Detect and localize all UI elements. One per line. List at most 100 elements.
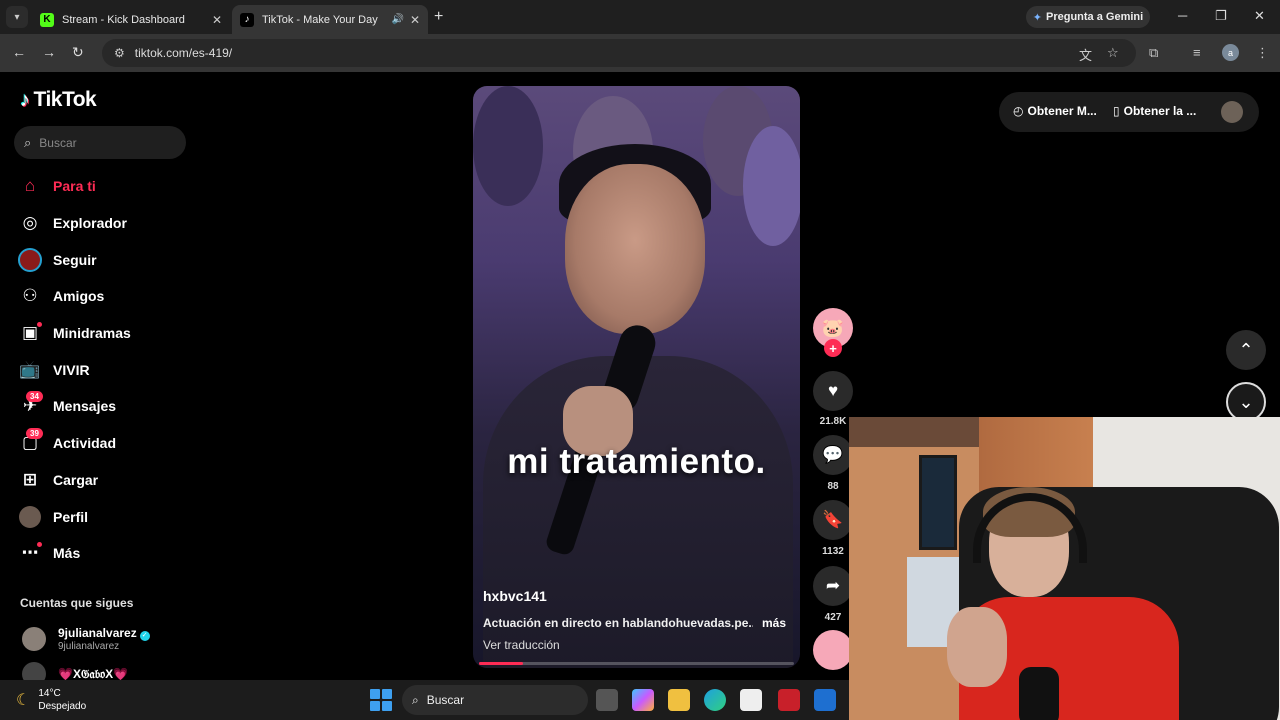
copilot-icon[interactable] <box>632 689 654 711</box>
kick-favicon-icon: K <box>40 12 54 27</box>
sidebar-item-label: Mensajes <box>53 398 117 415</box>
speaker-icon[interactable]: 🔊 <box>391 14 403 25</box>
task-view-icon[interactable] <box>596 689 618 711</box>
browser-tabbar: ▾ K Stream - Kick Dashboard ✕ ♪ TikTok -… <box>0 0 1280 34</box>
sidebar-item-label: Cargar <box>53 471 99 488</box>
upload-icon: ⊞ <box>22 469 38 489</box>
window-close-icon[interactable]: ✕ <box>1254 8 1265 24</box>
screen: ▾ K Stream - Kick Dashboard ✕ ♪ TikTok -… <box>0 0 1280 720</box>
sidebar-item-label: Actividad <box>53 435 117 452</box>
sidebar-item-label: Explorador <box>53 215 127 232</box>
back-arrow-icon[interactable]: ← <box>12 44 26 60</box>
logo-text: TikTok <box>33 88 97 111</box>
taskbar-search-input[interactable]: ⌕ Buscar <box>402 685 588 715</box>
like-heart-icon[interactable]: ♥ <box>813 371 853 411</box>
sidebar-item-minidramas[interactable]: ▣ Minidramas <box>18 315 218 352</box>
sidebar-item-mas[interactable]: ⋯ Más <box>18 535 218 572</box>
tab-title: TikTok - Make Your Day <box>262 13 378 26</box>
next-video-chevron-down-icon[interactable]: ⌄ <box>1226 382 1266 422</box>
sidebar-item-cargar[interactable]: ⊞ Cargar <box>18 462 218 499</box>
media-controls-icon[interactable]: ≡ <box>1193 45 1201 60</box>
face-shape <box>565 164 705 334</box>
sidebar-item-label: Minidramas <box>53 325 131 342</box>
comment-icon[interactable]: 💬 <box>813 435 853 475</box>
verified-check-icon: ✓ <box>139 631 150 641</box>
tab-search-chevron-icon[interactable]: ▾ <box>6 6 28 28</box>
previous-video-chevron-up-icon[interactable]: ⌃ <box>1226 330 1266 370</box>
video-username[interactable]: hxbvc141 <box>483 588 547 604</box>
tab-kick-dashboard[interactable]: K Stream - Kick Dashboard ✕ <box>32 5 230 34</box>
sidebar-item-label: Perfil <box>53 508 89 525</box>
follow-plus-icon[interactable]: + <box>824 339 842 357</box>
phone-icon: ▯ <box>1113 104 1120 118</box>
browser-profile-avatar[interactable]: a <box>1222 44 1239 61</box>
get-coins-button[interactable]: ◴ Obtener M... <box>1013 104 1097 118</box>
video-progress-bar[interactable] <box>479 662 794 665</box>
share-arrow-icon[interactable]: ➦ <box>813 566 853 606</box>
microsoft-store-icon[interactable] <box>740 689 762 711</box>
sidebar-item-seguir[interactable]: Seguir <box>18 241 218 278</box>
sidebar-item-actividad[interactable]: ▢ 39 Actividad <box>18 425 218 462</box>
mail-icon[interactable] <box>814 689 836 711</box>
extensions-icon[interactable]: ⧉ <box>1149 45 1158 61</box>
weather-condition: Despejado <box>38 701 87 712</box>
windows-start-icon[interactable] <box>370 689 392 711</box>
tiktok-note-icon: ♪ <box>20 88 30 111</box>
sidebar-item-vivir[interactable]: 📺 VIVIR <box>18 351 218 388</box>
video-description: Actuación en directo en hablandohuevadas… <box>483 616 753 630</box>
gemini-label: Pregunta a Gemini <box>1046 11 1144 23</box>
new-tab-plus-icon[interactable]: + <box>434 8 443 26</box>
translate-link[interactable]: Ver traducción <box>483 638 560 652</box>
film-icon: ▣ <box>18 321 42 345</box>
account-name: 9julianalvarez <box>58 626 137 640</box>
bookmark-star-icon[interactable]: ☆ <box>1107 45 1119 61</box>
url-text: tiktok.com/es-419/ <box>134 46 233 60</box>
sidebar-item-mensajes[interactable]: ✈ 34 Mensajes <box>18 388 218 425</box>
restore-icon[interactable]: ❐ <box>1215 8 1227 24</box>
bookmark-icon[interactable]: 🔖 <box>813 500 853 540</box>
crowd-figure <box>473 86 543 206</box>
edge-browser-icon[interactable] <box>704 689 726 711</box>
activity-badge: 39 <box>26 428 43 440</box>
sidebar-item-para-ti[interactable]: ⌂ Para ti <box>18 168 218 205</box>
person-hand-shape <box>947 607 1007 687</box>
sidebar-item-explorador[interactable]: ◎ Explorador <box>18 205 218 242</box>
gemini-button[interactable]: ✦ Pregunta a Gemini <box>1026 6 1150 28</box>
search-placeholder: Buscar <box>39 135 77 150</box>
desk-microphone-shape <box>1019 667 1059 720</box>
following-account[interactable]: 9julianalvarez ✓ 9julianalvarez <box>22 626 150 652</box>
weather-widget[interactable]: ☾ 14°C Despejado <box>16 687 86 713</box>
taskbar-search-label: Buscar <box>426 693 465 707</box>
address-bar[interactable]: ⚙ tiktok.com/es-419/ <box>102 39 1136 67</box>
site-settings-icon[interactable]: ⚙ <box>114 46 125 60</box>
close-tab-icon[interactable]: ✕ <box>212 13 222 27</box>
following-section-title: Cuentas que sigues <box>20 596 134 610</box>
framed-picture-shape <box>919 455 957 550</box>
sidebar-item-perfil[interactable]: Perfil <box>18 498 218 535</box>
file-explorer-icon[interactable] <box>668 689 690 711</box>
friends-icon: ⚇ <box>22 286 38 306</box>
music-disc-icon[interactable] <box>813 630 853 670</box>
close-tab-icon[interactable]: ✕ <box>410 13 420 27</box>
tab-tiktok[interactable]: ♪ TikTok - Make Your Day 🔊 ✕ <box>232 5 428 34</box>
more-link[interactable]: más <box>762 616 786 630</box>
home-icon: ⌂ <box>24 176 36 196</box>
webcam-overlay <box>849 417 1280 720</box>
get-app-label: Obtener la ... <box>1123 104 1197 118</box>
sidebar-item-amigos[interactable]: ⚇ Amigos <box>18 278 218 315</box>
avatar <box>22 627 46 651</box>
browser-menu-icon[interactable]: ⋮ <box>1256 45 1269 61</box>
tiktok-logo[interactable]: ♪ TikTok <box>20 88 97 112</box>
minimize-icon[interactable]: ─ <box>1178 8 1187 23</box>
get-app-button[interactable]: ▯ Obtener la ... <box>1113 104 1196 118</box>
activity-icon: ▢ 39 <box>18 428 43 455</box>
mcafee-icon[interactable] <box>778 689 800 711</box>
reload-icon[interactable]: ↻ <box>72 44 84 61</box>
forward-arrow-icon[interactable]: → <box>42 44 56 60</box>
user-avatar[interactable] <box>1221 101 1243 123</box>
sidebar-item-label: Más <box>53 545 81 562</box>
search-input[interactable]: ⌕ Buscar <box>14 126 186 159</box>
video-player[interactable]: mi tratamiento. hxbvc141 Actuación en di… <box>473 86 800 668</box>
sidebar-item-label: Para ti <box>53 178 96 195</box>
translate-icon[interactable]: 文 <box>1079 45 1092 64</box>
